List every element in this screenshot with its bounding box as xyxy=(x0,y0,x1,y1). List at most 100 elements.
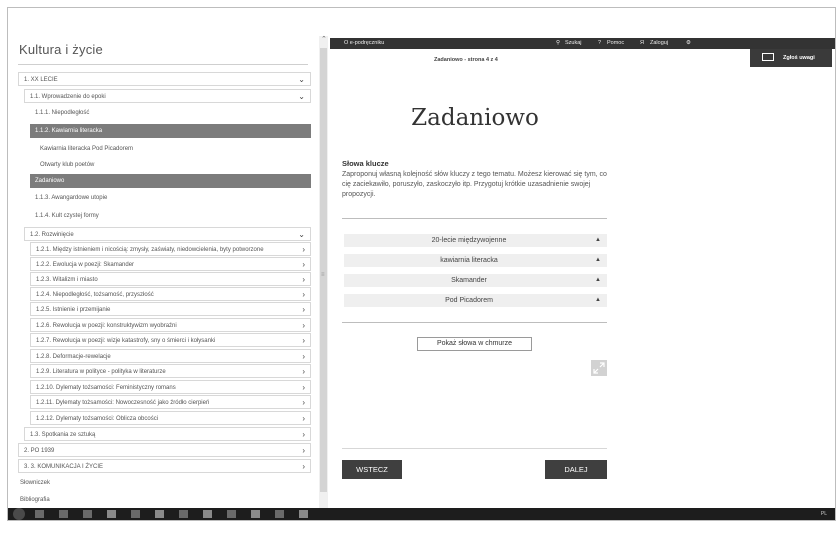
select-value: kawiarnia literacka xyxy=(440,257,498,264)
taskbar-app-icon[interactable] xyxy=(131,510,140,518)
toc-item[interactable]: 1.1.1. Niepodległość xyxy=(35,106,310,120)
toc-item[interactable]: 1.2.8. Deformacje-rewelacje › xyxy=(30,349,311,363)
start-button-icon[interactable] xyxy=(13,508,25,520)
toc-item-label: 1.2.3. Witalizm i miasto xyxy=(36,277,98,283)
toc-item[interactable]: 1.2.5. Istnienie i przemijanie › xyxy=(30,302,311,316)
toc-item-label: 1.2.5. Istnienie i przemijanie xyxy=(36,307,111,313)
toc-item[interactable]: 1.2.9. Literatura w polityce - polityka … xyxy=(30,364,311,378)
toc-item-label: 1.1.1. Niepodległość xyxy=(35,110,90,116)
toc-item-label: 1.1. Wprowadzenie do epoki xyxy=(30,94,106,100)
toc-item[interactable]: 3. 3. KOMUNIKACJA I ŻYCIE › xyxy=(18,459,311,473)
chevron-right-icon: › xyxy=(302,414,305,423)
chevron-right-icon: › xyxy=(302,275,305,284)
toc-item[interactable]: 1.1.2. Kawiarnia literacka xyxy=(30,124,311,138)
back-button[interactable]: WSTECZ xyxy=(342,460,402,479)
toc-item-label: Kawiarnia literacka Pod Picadorem xyxy=(40,146,134,152)
divider xyxy=(342,218,607,219)
toc-item-label: 1.2.10. Dylematy tożsamości: Feministycz… xyxy=(36,385,176,391)
taskbar-app-icon[interactable] xyxy=(251,510,260,518)
toc-item-label: Słowniczek xyxy=(20,480,51,486)
toc-item[interactable]: 1. XX LECIE ⌄ xyxy=(18,72,311,86)
report-button[interactable]: Zgłoś uwagi xyxy=(750,49,832,67)
page-indicator: Zadaniowo - strona 4 z 4 xyxy=(434,57,498,63)
toc-item[interactable]: 1.2.1. Między istnieniem i nicością: zmy… xyxy=(30,242,311,256)
taskbar-app-icon[interactable] xyxy=(203,510,212,518)
keywords-heading: Słowa klucze xyxy=(342,159,389,168)
chevron-right-icon: › xyxy=(302,367,305,376)
toc-item[interactable]: 1.1. Wprowadzenie do epoki ⌄ xyxy=(24,89,311,103)
gear-icon[interactable]: ⚙ xyxy=(686,38,691,49)
search-link[interactable]: Szukaj xyxy=(565,38,582,49)
taskbar-app-icon[interactable] xyxy=(299,510,308,518)
chevron-right-icon: › xyxy=(302,430,305,439)
toc-item-label: 1.2.12. Dylematy tożsamości: Oblicza obc… xyxy=(36,416,159,422)
search-icon[interactable]: ⚲ xyxy=(556,38,560,49)
language-indicator[interactable]: PL xyxy=(821,508,827,520)
taskbar-app-icon[interactable] xyxy=(155,510,164,518)
keyword-select[interactable]: Pod Picadorem ▲︎ xyxy=(344,294,607,307)
keyword-select[interactable]: 20-lecie międzywojenne ▲︎ xyxy=(344,234,607,247)
toc-item[interactable]: 1.2.3. Witalizm i miasto › xyxy=(30,272,311,286)
user-icon[interactable]: Я xyxy=(640,38,644,49)
taskbar-app-icon[interactable] xyxy=(275,510,284,518)
toc-item[interactable]: Otwarty klub poetów xyxy=(40,158,310,172)
updown-arrow-icon: ▲︎ xyxy=(595,297,601,303)
toc-item[interactable]: Słowniczek xyxy=(20,476,300,490)
updown-arrow-icon: ▲︎ xyxy=(595,277,601,283)
chevron-right-icon: › xyxy=(302,462,305,471)
login-link[interactable]: Zaloguj xyxy=(650,38,668,49)
toc-item-label: 1.2.8. Deformacje-rewelacje xyxy=(36,354,111,360)
divider xyxy=(342,322,607,323)
toc-item-label: 3. 3. KOMUNIKACJA I ŻYCIE xyxy=(24,464,104,470)
taskbar-app-icon[interactable] xyxy=(227,510,236,518)
top-bar: O e-podręczniku ⚲ Szukaj ? Pomoc Я Zalog… xyxy=(330,38,835,49)
expand-icon[interactable] xyxy=(591,360,607,376)
chevron-right-icon: › xyxy=(302,446,305,455)
toc-item-label: 1.1.2. Kawiarnia literacka xyxy=(35,128,103,134)
taskbar-app-icon[interactable] xyxy=(83,510,92,518)
keyword-select[interactable]: kawiarnia literacka ▲︎ xyxy=(344,254,607,267)
envelope-icon xyxy=(762,53,774,61)
chevron-right-icon: › xyxy=(302,383,305,392)
taskbar-app-icon[interactable] xyxy=(107,510,116,518)
toc-item-label: Otwarty klub poetów xyxy=(40,162,95,168)
toc-item[interactable]: 1.1.4. Kult czystej formy xyxy=(35,209,310,223)
toc-item-label: 1.2.2. Ewolucja w poezji: Skamander xyxy=(36,262,135,268)
toc-item[interactable]: Kawiarnia literacka Pod Picadorem xyxy=(40,142,310,156)
taskbar-app-icon[interactable] xyxy=(179,510,188,518)
help-link[interactable]: Pomoc xyxy=(607,38,624,49)
toc-item[interactable]: 1.2.10. Dylematy tożsamości: Feministycz… xyxy=(30,380,311,394)
toc-item[interactable]: 1.2.6. Rewolucja w poezji: konstruktywiz… xyxy=(30,318,311,332)
chevron-right-icon: › xyxy=(302,321,305,330)
taskbar-app-icon[interactable] xyxy=(35,510,44,518)
toc-item[interactable]: 1.2.7. Rewolucja w poezji: wizje katastr… xyxy=(30,333,311,347)
about-link[interactable]: O e-podręczniku xyxy=(344,38,384,49)
chevron-down-icon: ⌄ xyxy=(298,92,305,101)
toc-item[interactable]: 1.2.12. Dylematy tożsamości: Oblicza obc… xyxy=(30,411,311,425)
toc-item[interactable]: 1.2. Rozwinięcie ⌄ xyxy=(24,227,311,241)
toc-item[interactable]: 1.3. Spotkania ze sztuką › xyxy=(24,427,311,441)
toc-item[interactable]: Zadaniowo xyxy=(30,174,311,188)
taskbar-app-icon[interactable] xyxy=(59,510,68,518)
scrollbar-thumb[interactable] xyxy=(320,48,327,492)
keyword-select[interactable]: Skamander ▲︎ xyxy=(344,274,607,287)
toc-item[interactable]: 2. PO 1939 › xyxy=(18,443,311,457)
next-button[interactable]: DALEJ xyxy=(545,460,607,479)
scroll-up-icon[interactable]: ⌃ xyxy=(321,35,327,43)
app-title: Kultura i życie xyxy=(19,42,103,57)
toc-item-label: 1.2. Rozwinięcie xyxy=(30,232,74,238)
page-header: Zadaniowo - strona 4 z 4 Zgłoś uwagi xyxy=(330,49,835,70)
toc-item-label: 2. PO 1939 xyxy=(24,448,55,454)
toc-item-label: 1.2.6. Rewolucja w poezji: konstruktywiz… xyxy=(36,323,177,329)
toc-item-label: 1.2.11. Dylematy tożsamości: Nowoczesnoś… xyxy=(36,400,210,406)
toc-item[interactable]: 1.2.2. Ewolucja w poezji: Skamander › xyxy=(30,257,311,271)
toc-item[interactable]: Bibliografia xyxy=(20,493,300,507)
question-icon[interactable]: ? xyxy=(598,38,601,49)
toc-item[interactable]: 1.2.11. Dylematy tożsamości: Nowoczesnoś… xyxy=(30,395,311,409)
toc-item-label: 1. XX LECIE xyxy=(24,77,58,83)
browser-window: Kultura i życie 1. XX LECIE ⌄ 1.1. Wprowad… xyxy=(7,7,836,521)
show-word-cloud-button[interactable]: Pokaż słowa w chmurze xyxy=(417,337,532,351)
report-label: Zgłoś uwagi xyxy=(783,55,815,61)
toc-item[interactable]: 1.2.4. Niepodległość, tożsamość, przyszł… xyxy=(30,287,311,301)
toc-item[interactable]: 1.1.3. Awangardowe utopie xyxy=(35,191,310,205)
